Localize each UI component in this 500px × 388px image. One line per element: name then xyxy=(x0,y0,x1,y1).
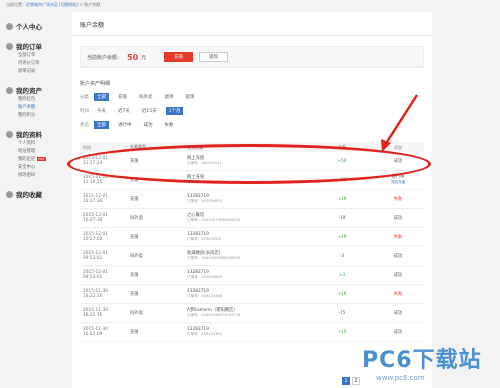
watermark: PC6下载站 www.pc6.com xyxy=(362,342,498,386)
page-button[interactable]: 2 xyxy=(352,377,360,385)
watermark-url: www.pc6.com xyxy=(376,374,425,382)
page-button[interactable]: 1 xyxy=(342,377,350,385)
watermark-brand: PC6下载站 xyxy=(362,348,482,373)
arrow-head xyxy=(381,139,391,152)
arrow-shaft xyxy=(383,94,419,146)
pagination: 12 xyxy=(342,377,362,385)
annotation-arrow xyxy=(381,94,419,152)
